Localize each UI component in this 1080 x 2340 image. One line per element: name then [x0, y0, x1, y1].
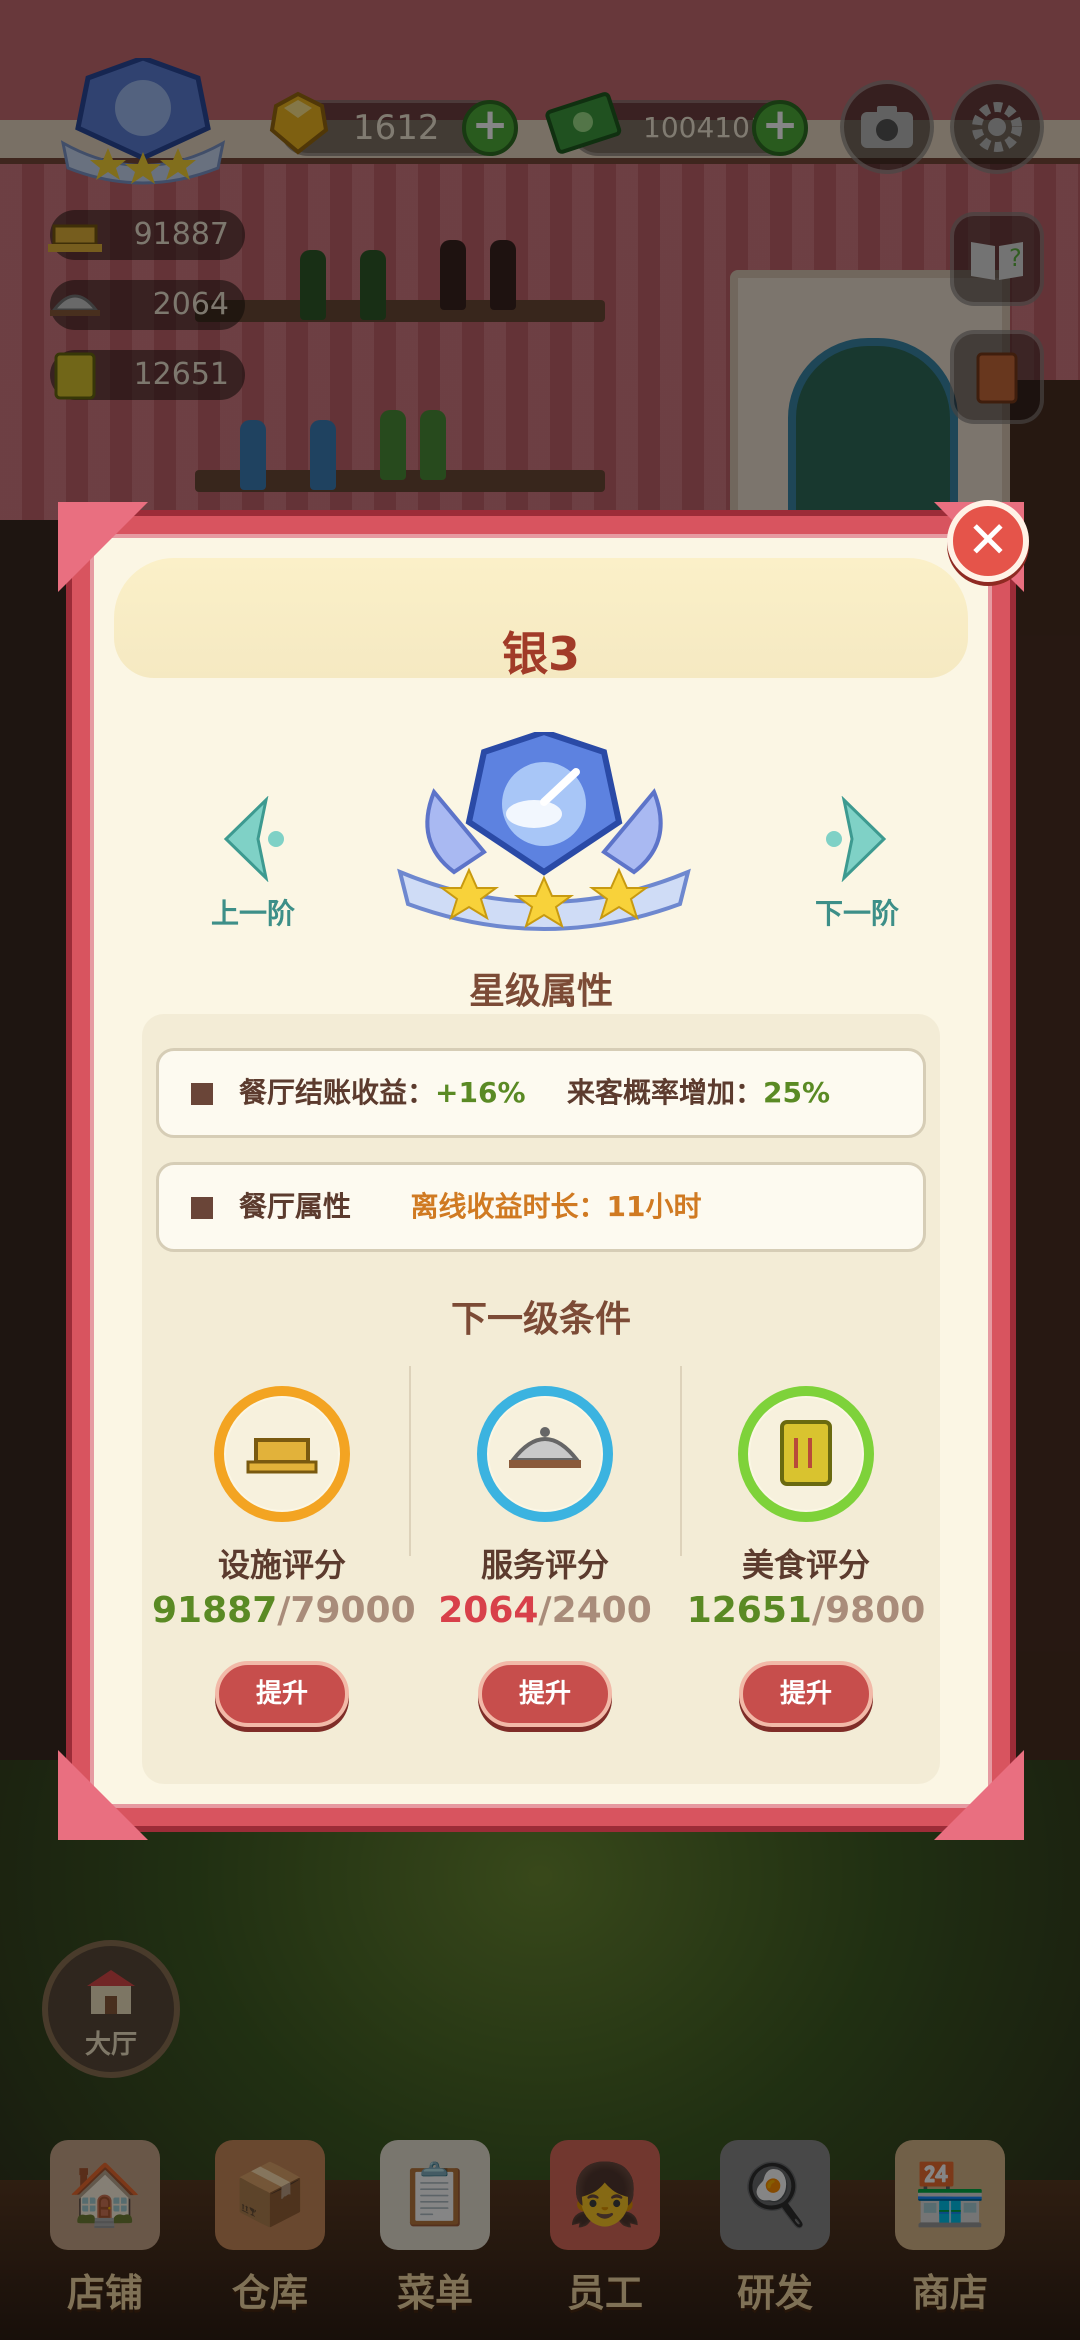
- food-ring: [738, 1386, 874, 1522]
- upgrade-food-button[interactable]: 提升: [739, 1661, 873, 1727]
- food-score: 美食评分 12651/9800 提升: [676, 1386, 936, 1727]
- silver-rank-badge: [394, 728, 694, 942]
- service-ring: [477, 1386, 613, 1522]
- guest-chance-value: 25%: [763, 1076, 831, 1109]
- restaurant-attribute-label: 餐厅属性: [239, 1190, 352, 1223]
- facility-icon: [226, 1398, 338, 1510]
- facility-ring: [214, 1386, 350, 1522]
- close-icon: ✕: [967, 511, 1009, 569]
- facility-score-label: 设施评分: [217, 1546, 346, 1584]
- arrow-right-icon: [826, 795, 887, 883]
- close-button[interactable]: ✕: [947, 500, 1029, 582]
- dialog-title: 银3: [501, 627, 580, 681]
- attribute-row-offline: 餐厅属性 离线收益时长：11小时: [156, 1162, 926, 1252]
- checkout-income-label: 餐厅结账收益：: [239, 1076, 436, 1109]
- recipe-book-icon: [750, 1398, 862, 1510]
- prev-tier-label: 上一阶: [210, 897, 295, 930]
- prev-tier-button[interactable]: 上一阶: [188, 795, 318, 932]
- facility-score: 设施评分 91887/79000 提升: [152, 1386, 416, 1727]
- arrow-left-icon: [223, 795, 284, 883]
- service-score: 服务评分 2064/2400 提升: [415, 1386, 675, 1727]
- facility-score-value: 91887/79000: [152, 1590, 416, 1631]
- offline-income-label: 离线收益时长：: [410, 1190, 607, 1223]
- guest-chance-label: 来客概率增加：: [567, 1076, 764, 1109]
- upgrade-service-button[interactable]: 提升: [478, 1661, 612, 1727]
- checkout-income-value: +16%: [435, 1076, 526, 1109]
- bullet-square: [191, 1083, 213, 1105]
- food-score-label: 美食评分: [741, 1546, 870, 1584]
- service-score-value: 2064/2400: [438, 1590, 652, 1631]
- next-level-title: 下一级条件: [450, 1299, 631, 1340]
- service-score-label: 服务评分: [480, 1546, 609, 1584]
- service-icon: [489, 1398, 601, 1510]
- next-tier-label: 下一阶: [814, 897, 899, 930]
- next-tier-button[interactable]: 下一阶: [792, 795, 922, 932]
- offline-income-value: 11小时: [606, 1190, 702, 1223]
- food-score-value: 12651/9800: [686, 1590, 926, 1631]
- attribute-row-income: 餐厅结账收益：+16% 来客概率增加：25%: [156, 1048, 926, 1138]
- star-attributes-title: 星级属性: [468, 971, 613, 1012]
- rank-detail-dialog: 银3 上一阶 下一阶 星级属性 餐厅结账收益：+16% 来客概率增加：25% 餐…: [58, 502, 1024, 1840]
- upgrade-facility-button[interactable]: 提升: [215, 1661, 349, 1727]
- bullet-square: [191, 1197, 213, 1219]
